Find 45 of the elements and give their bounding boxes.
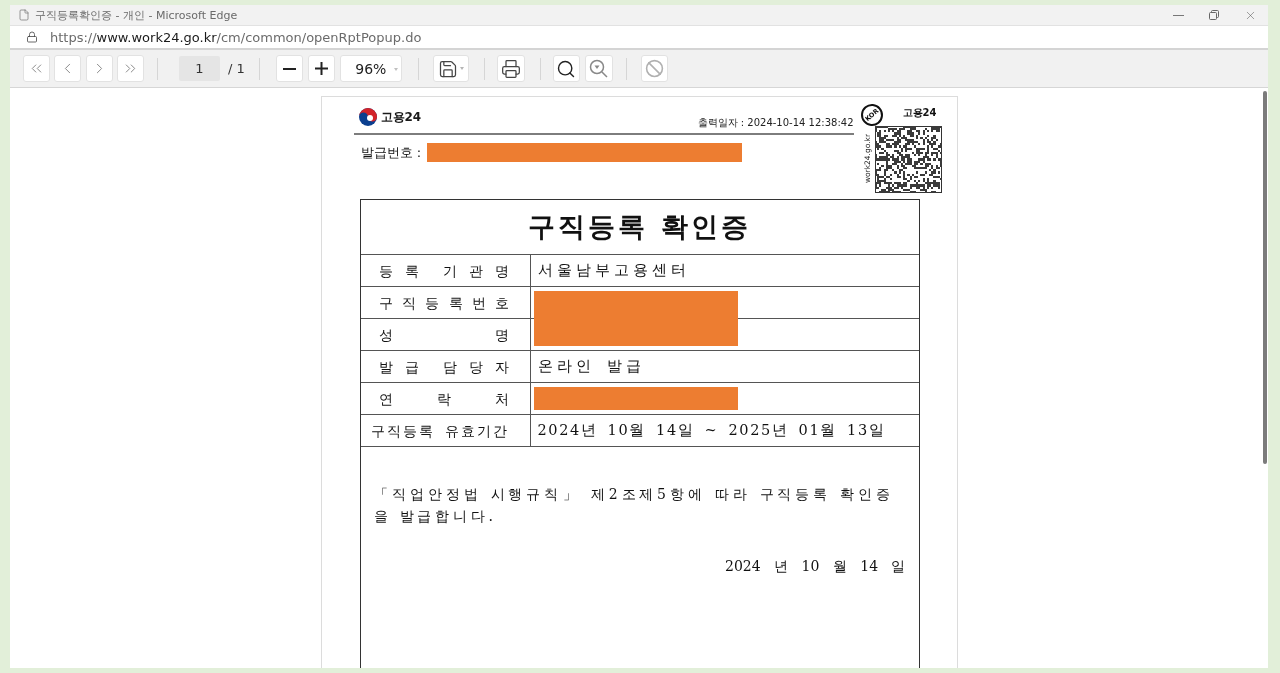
field-value: 서울남부고용센터 — [530, 255, 919, 287]
logo-text: 고용24 — [380, 108, 422, 126]
prohibition-icon — [644, 59, 664, 78]
last-page-button[interactable] — [117, 55, 144, 82]
emblem-icon — [358, 108, 377, 126]
field-value: 2024년 10월 14일 ~ 2025년 01월 13일 — [530, 415, 919, 447]
field-label: 구직등록 유효기간 — [370, 421, 510, 440]
field-label: 발 급 담 당 자 — [378, 357, 510, 376]
page-number-field[interactable]: 1 — [179, 56, 220, 81]
field-label: 구 직 등 록 번 호 — [378, 293, 510, 312]
issue-number-label: 발급번호 : — [360, 143, 421, 162]
certificate-title: 구직등록 확인증 — [360, 200, 919, 255]
lock-icon — [26, 31, 38, 43]
zoom-field[interactable]: 96% — [339, 55, 402, 82]
zoom-out-button[interactable] — [275, 55, 303, 82]
first-page-button[interactable] — [23, 55, 50, 82]
window-title: 구직등록확인증 - 개인 - Microsoft Edge — [35, 7, 238, 23]
field-value: 온라인 발급 — [530, 351, 919, 383]
printed-date: 출력일자 : 2024-10-14 12:38:42 — [697, 116, 854, 130]
zoom-tool-icon — [589, 59, 609, 78]
qr-caption: 고용24 — [902, 107, 937, 119]
restore-icon — [1209, 10, 1219, 20]
previous-page-button[interactable] — [54, 55, 81, 82]
page-icon — [18, 9, 30, 21]
caret-icon — [393, 68, 398, 71]
scrollbar-thumb[interactable] — [1263, 91, 1267, 464]
plus-icon — [314, 62, 328, 75]
qr-code-drawing — [874, 126, 942, 193]
url-text[interactable]: https://www.work24.go.kr/cm/common/openRptPopup.do — [50, 29, 422, 45]
zoom-in-button[interactable] — [307, 55, 335, 82]
printer-icon — [500, 58, 521, 79]
field-label: 등 록 기 관 명 — [378, 261, 510, 280]
search-button[interactable] — [552, 55, 580, 82]
field-label: 성 명 — [378, 325, 510, 344]
statement-text: 「직업안정법 시행규칙」 제2조제5항에 따라 구직등록 확인증을 발급합니다. — [373, 485, 894, 526]
issue-date: 2024 년 10 월 14 일 — [724, 558, 906, 576]
caret-icon — [459, 67, 464, 70]
page-count: / 1 — [228, 61, 245, 76]
print-button[interactable] — [496, 55, 525, 82]
minus-icon — [282, 67, 296, 70]
field-label: 연 락 처 — [378, 389, 510, 408]
save-button[interactable] — [432, 55, 469, 82]
next-page-button[interactable] — [86, 55, 113, 82]
search-icon — [556, 58, 577, 79]
minimize-icon — [1172, 14, 1184, 16]
